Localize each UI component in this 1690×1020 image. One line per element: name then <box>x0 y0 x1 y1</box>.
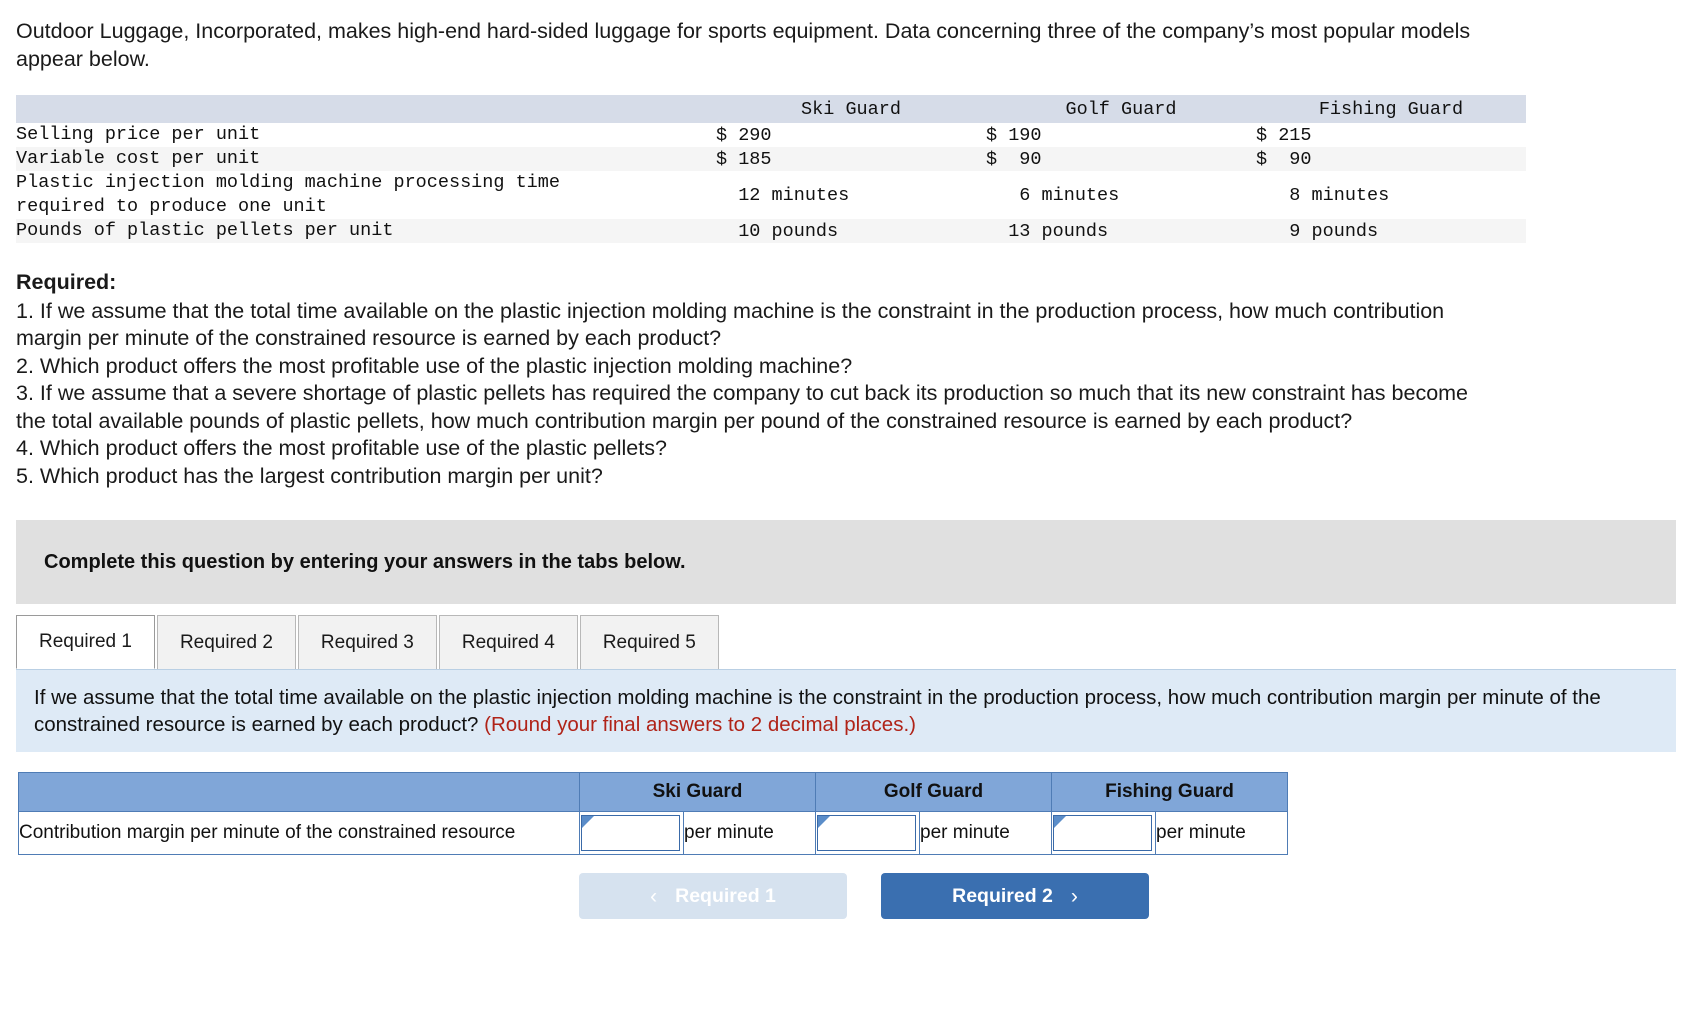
input-marker-fishing <box>1053 815 1152 852</box>
cell-selling-price-fishing: $ 215 <box>1256 124 1312 146</box>
table-header-row: Ski Guard Golf Guard Fishing Guard <box>16 95 1526 124</box>
cell-selling-price-golf: $ 190 <box>986 124 1042 146</box>
cell-variable-cost-golf: $ 90 <box>986 148 1042 170</box>
answer-header-fishing-guard: Fishing Guard <box>1051 772 1288 813</box>
answer-unit-fishing: per minute <box>1155 811 1288 856</box>
tab-required-3[interactable]: Required 3 <box>297 615 437 670</box>
required-item-3: 3. If we assume that a severe shortage o… <box>16 381 1469 433</box>
cell-variable-cost-fishing: $ 90 <box>1256 148 1312 170</box>
column-header-ski-guard: Ski Guard <box>716 95 986 124</box>
instruction-banner-text: Complete this question by entering your … <box>44 550 686 573</box>
answer-table-wrapper: Ski Guard Golf Guard Fishing Guard Contr… <box>18 772 1690 920</box>
row-label-pellets: Pounds of plastic pellets per unit <box>16 220 394 242</box>
answer-input-cell-ski[interactable] <box>579 811 684 856</box>
cm-per-minute-input-ski[interactable] <box>582 816 679 851</box>
input-marker-ski <box>581 815 680 852</box>
tab-label: Required 5 <box>602 631 696 653</box>
cell-pellets-fishing: 9 pounds <box>1256 220 1379 242</box>
required-heading: Required: <box>16 270 117 295</box>
cell-molding-time-ski: 12 minutes <box>716 184 850 206</box>
answer-unit-golf: per minute <box>919 811 1052 856</box>
product-data-table-body: Selling price per unit $ 290 $ 190 $ 215… <box>16 123 1526 244</box>
cell-variable-cost-ski: $ 185 <box>716 148 772 170</box>
answer-table: Ski Guard Golf Guard Fishing Guard Contr… <box>18 772 1288 856</box>
answer-header-ski-guard: Ski Guard <box>579 772 816 813</box>
answer-table-body: Contribution margin per minute of the co… <box>18 811 1288 856</box>
required-item-4: 4. Which product offers the most profita… <box>16 436 667 461</box>
tab-label: Required 3 <box>320 631 414 653</box>
answer-unit-ski: per minute <box>683 811 816 856</box>
intro-paragraph: Outdoor Luggage, Incorporated, makes hig… <box>16 19 1471 71</box>
prev-requirement-button[interactable]: ‹ Required 1 <box>579 873 847 920</box>
rounding-note: (Round your final answers to 2 decimal p… <box>484 713 916 737</box>
row-label-variable-cost: Variable cost per unit <box>16 148 261 170</box>
cell-molding-time-golf: 6 minutes <box>986 184 1120 206</box>
exercise-page: Outdoor Luggage, Incorporated, makes hig… <box>0 0 1690 1020</box>
required-section: Required: 1. If we assume that the total… <box>16 269 1496 490</box>
instruction-banner: Complete this question by entering your … <box>16 520 1676 605</box>
column-header-blank <box>16 95 716 124</box>
answer-header-blank <box>18 772 580 813</box>
column-header-fishing-guard: Fishing Guard <box>1256 95 1526 124</box>
cm-per-minute-input-fishing[interactable] <box>1054 816 1151 851</box>
next-button-label: Required 2 <box>952 884 1053 907</box>
cm-per-minute-input-golf[interactable] <box>818 816 915 851</box>
prev-button-label: Required 1 <box>675 884 776 907</box>
answer-input-cell-golf[interactable] <box>815 811 920 856</box>
cell-selling-price-ski: $ 290 <box>716 124 772 146</box>
tab-label: Required 1 <box>39 631 132 653</box>
answer-header-row: Ski Guard Golf Guard Fishing Guard <box>18 772 1288 813</box>
required-item-1: 1. If we assume that the total time avai… <box>16 298 1445 351</box>
table-row: Pounds of plastic pellets per unit 10 po… <box>16 219 1526 244</box>
tab-label: Required 4 <box>461 631 555 653</box>
question-panel: If we assume that the total time availab… <box>16 669 1676 753</box>
tab-label: Required 2 <box>179 631 273 653</box>
product-data-table: Ski Guard Golf Guard Fishing Guard Selli… <box>16 95 1526 244</box>
table-row: Variable cost per unit $ 185 $ 90 $ 90 <box>16 147 1526 172</box>
tab-required-5[interactable]: Required 5 <box>579 615 719 670</box>
cell-molding-time-fishing: 8 minutes <box>1256 184 1390 206</box>
requirement-tabs: Required 1 Required 2 Required 3 Require… <box>16 615 1690 670</box>
next-requirement-button[interactable]: Required 2 › <box>881 873 1149 920</box>
tab-required-4[interactable]: Required 4 <box>438 615 578 670</box>
tab-required-1[interactable]: Required 1 <box>16 615 155 670</box>
product-data-table-wrapper: Ski Guard Golf Guard Fishing Guard Selli… <box>16 95 1526 244</box>
required-item-2: 2. Which product offers the most profita… <box>16 353 853 378</box>
required-item-5: 5. Which product has the largest contrib… <box>16 463 603 488</box>
product-data-table-head: Ski Guard Golf Guard Fishing Guard <box>16 95 1526 124</box>
answer-input-cell-fishing[interactable] <box>1051 811 1156 856</box>
table-row: Contribution margin per minute of the co… <box>18 811 1288 856</box>
column-header-golf-guard: Golf Guard <box>986 95 1256 124</box>
navigation-buttons: ‹ Required 1 Required 2 › <box>18 873 1690 920</box>
table-row: Selling price per unit $ 290 $ 190 $ 215 <box>16 123 1526 148</box>
tab-required-2[interactable]: Required 2 <box>156 615 296 670</box>
row-label-selling-price: Selling price per unit <box>16 124 261 146</box>
answer-table-head: Ski Guard Golf Guard Fishing Guard <box>18 772 1288 813</box>
chevron-right-icon: › <box>1070 884 1078 908</box>
cell-pellets-golf: 13 pounds <box>986 220 1109 242</box>
cell-pellets-ski: 10 pounds <box>716 220 839 242</box>
row-label-molding-time: Plastic injection molding machine proces… <box>16 172 560 218</box>
input-marker-golf <box>817 815 916 852</box>
chevron-left-icon: ‹ <box>650 884 658 908</box>
answer-row-label: Contribution margin per minute of the co… <box>18 811 580 856</box>
answer-header-golf-guard: Golf Guard <box>815 772 1052 813</box>
table-row: Plastic injection molding machine proces… <box>16 171 1526 220</box>
